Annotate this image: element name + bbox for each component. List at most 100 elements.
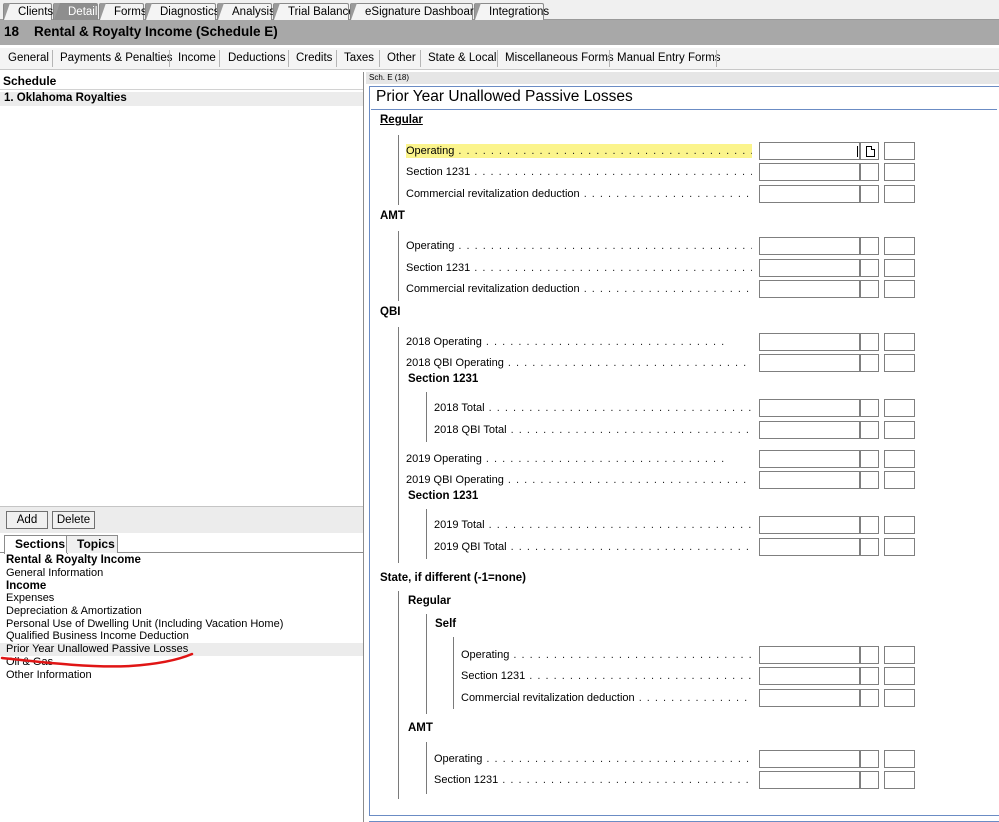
menu-general[interactable]: General [8, 52, 49, 64]
qbi-2018-qbi-total-attach-field[interactable] [860, 421, 879, 439]
st-self-operating-code-field[interactable] [884, 646, 915, 664]
menu-payments-penalties[interactable]: Payments & Penalties [60, 52, 173, 64]
qbi-2019-qbi-operating-amount-field[interactable] [759, 471, 860, 489]
reg-sec1231-code-field[interactable] [884, 163, 915, 181]
qbi-2018-operating-code-field[interactable] [884, 333, 915, 351]
st-amt-sec1231-amount-field[interactable] [759, 771, 860, 789]
tab-forms[interactable]: Forms [99, 3, 147, 20]
bracket-line [398, 135, 399, 205]
reg-sec1231-amount-field[interactable] [759, 163, 860, 181]
amt-operating-attach-field[interactable] [860, 237, 879, 255]
qbi-2019-operating-attach-field[interactable] [860, 450, 879, 468]
leader-dots: . . . . . . . . . . . . . . . . . . . . … [486, 753, 752, 765]
reg-operating-attach-field[interactable] [860, 142, 879, 160]
qbi-2019-qbi-operating-code-field[interactable] [884, 471, 915, 489]
st-amt-sec1231-code-field[interactable] [884, 771, 915, 789]
menu-deductions[interactable]: Deductions [228, 52, 286, 64]
menu-state-local[interactable]: State & Local [428, 52, 496, 64]
qbi-2019-operating-amount-field[interactable] [759, 450, 860, 468]
menu-other[interactable]: Other [387, 52, 416, 64]
st-self-operating-attach-field[interactable] [860, 646, 879, 664]
amt-sec1231-attach-field[interactable] [860, 259, 879, 277]
reg-crd-attach-field[interactable] [860, 185, 879, 203]
leader-dots: . . . . . . . . . . . . . . . . . . . . … [474, 166, 752, 178]
section-item-depreciation[interactable]: Depreciation & Amortization [0, 605, 363, 618]
qbi-2018-total-attach-field[interactable] [860, 399, 879, 417]
amt-crd-code-field[interactable] [884, 280, 915, 298]
qbi-2018-total-amount-field[interactable] [759, 399, 860, 417]
amt-crd-attach-field[interactable] [860, 280, 879, 298]
tab-integrations[interactable]: Integrations [474, 3, 549, 20]
add-button[interactable]: Add [6, 511, 48, 529]
qbi-2019-qbi-operating-attach-field[interactable] [860, 471, 879, 489]
row-label: 2018 QBI Operating . . . . . . . . . . .… [406, 356, 752, 370]
schedule-item[interactable]: 1. Oklahoma Royalties [0, 92, 363, 106]
document-icon[interactable] [866, 146, 875, 157]
tab-detail[interactable]: Detail [53, 3, 98, 20]
qbi-2019-operating-code-field[interactable] [884, 450, 915, 468]
st-self-crd-attach-field[interactable] [860, 689, 879, 707]
top-tab-strip: Clients Detail Forms Diagnostics Analysi… [0, 0, 999, 20]
qbi-2018-operating-attach-field[interactable] [860, 333, 879, 351]
page-title: Rental & Royalty Income (Schedule E) [34, 24, 278, 39]
amt-operating-amount-field[interactable] [759, 237, 860, 255]
st-amt-operating-code-field[interactable] [884, 750, 915, 768]
reg-sec1231-attach-field[interactable] [860, 163, 879, 181]
st-self-crd-amount-field[interactable] [759, 689, 860, 707]
reg-operating-code-field[interactable] [884, 142, 915, 160]
leader-dots: . . . . . . . . . . . . . . . . . . . . … [507, 474, 752, 486]
amt-sec1231-code-field[interactable] [884, 259, 915, 277]
st-self-sec1231-code-field[interactable] [884, 667, 915, 685]
tab-sections[interactable]: Sections [4, 535, 68, 554]
amt-operating-code-field[interactable] [884, 237, 915, 255]
delete-button[interactable]: Delete [52, 511, 95, 529]
tab-esignature-dashboard[interactable]: eSignature Dashboard [350, 3, 480, 20]
row-label-text: Operating [434, 753, 483, 765]
qbi-2019-total-amount-field[interactable] [759, 516, 860, 534]
qbi-2018-operating-amount-field[interactable] [759, 333, 860, 351]
reg-crd-code-field[interactable] [884, 185, 915, 203]
row-label: 2019 QBI Operating . . . . . . . . . . .… [406, 473, 752, 487]
tab-trial-balance[interactable]: Trial Balance [273, 3, 355, 20]
left-pane: Schedule 1. Oklahoma Royalties Add Delet… [0, 72, 364, 822]
menu-miscellaneous-forms[interactable]: Miscellaneous Forms [505, 52, 614, 64]
st-amt-sec1231-attach-field[interactable] [860, 771, 879, 789]
red-underline-stroke [0, 652, 194, 668]
menu-income[interactable]: Income [178, 52, 216, 64]
qbi-2018-qbi-operating-code-field[interactable] [884, 354, 915, 372]
leader-dots: . . . . . . . . . . . . . . . . . . . . … [510, 424, 752, 436]
section-item-qbi-deduction[interactable]: Qualified Business Income Deduction [0, 630, 363, 643]
qbi-2019-total-code-field[interactable] [884, 516, 915, 534]
amt-crd-amount-field[interactable] [759, 280, 860, 298]
menu-taxes[interactable]: Taxes [344, 52, 374, 64]
menu-manual-entry-forms[interactable]: Manual Entry Forms [617, 52, 721, 64]
qbi-2019-qbi-total-code-field[interactable] [884, 538, 915, 556]
amt-sec1231-amount-field[interactable] [759, 259, 860, 277]
menu-credits[interactable]: Credits [296, 52, 332, 64]
qbi-2018-qbi-total-amount-field[interactable] [759, 421, 860, 439]
qbi-2018-total-code-field[interactable] [884, 399, 915, 417]
row-label-text: 2019 Total [434, 519, 485, 531]
st-self-operating-amount-field[interactable] [759, 646, 860, 664]
qbi-2018-qbi-operating-attach-field[interactable] [860, 354, 879, 372]
qbi-2019-qbi-total-amount-field[interactable] [759, 538, 860, 556]
bracket-line [398, 327, 399, 563]
qbi-2019-qbi-total-attach-field[interactable] [860, 538, 879, 556]
tab-diagnostics[interactable]: Diagnostics [145, 3, 219, 20]
qbi-2018-qbi-total-code-field[interactable] [884, 421, 915, 439]
section-item-expenses[interactable]: Expenses [0, 592, 363, 605]
reg-crd-amount-field[interactable] [759, 185, 860, 203]
section-item-general-information[interactable]: General Information [0, 567, 363, 580]
reg-operating-amount-field[interactable] [759, 142, 860, 160]
st-self-crd-code-field[interactable] [884, 689, 915, 707]
section-item-rental-royalty-income[interactable]: Rental & Royalty Income [0, 554, 363, 567]
st-amt-operating-attach-field[interactable] [860, 750, 879, 768]
st-self-sec1231-attach-field[interactable] [860, 667, 879, 685]
qbi-2018-qbi-operating-amount-field[interactable] [759, 354, 860, 372]
tab-analysis[interactable]: Analysis [217, 3, 275, 20]
tab-clients[interactable]: Clients [3, 3, 53, 20]
tab-topics[interactable]: Topics [66, 535, 118, 553]
st-amt-operating-amount-field[interactable] [759, 750, 860, 768]
qbi-2019-total-attach-field[interactable] [860, 516, 879, 534]
st-self-sec1231-amount-field[interactable] [759, 667, 860, 685]
